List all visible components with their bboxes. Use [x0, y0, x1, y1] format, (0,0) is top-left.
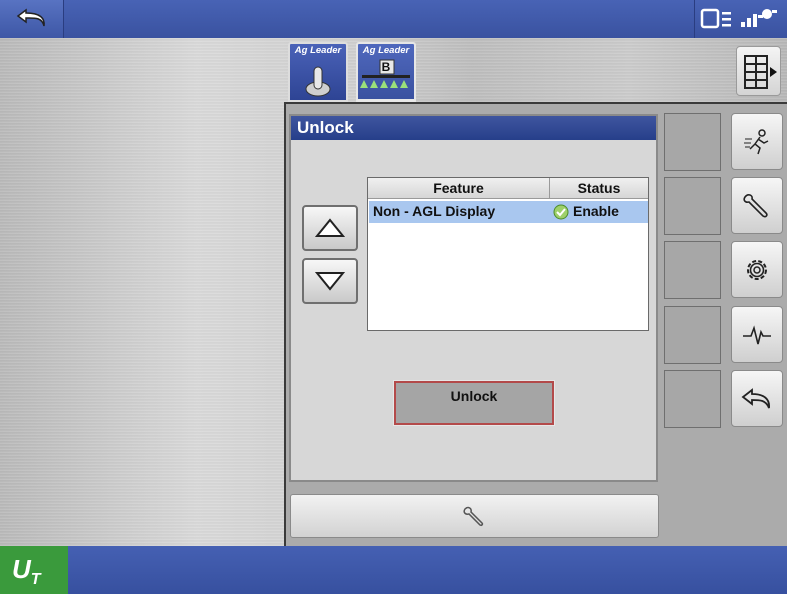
wrench-icon [463, 506, 484, 526]
empty-slot[interactable] [664, 177, 721, 235]
scroll-up-button[interactable] [302, 205, 358, 251]
back-side-button[interactable] [731, 370, 783, 427]
tools-button[interactable] [290, 494, 659, 538]
screen-select-button[interactable] [736, 46, 781, 96]
dialog-title: Unlock [291, 116, 656, 140]
settings-button[interactable] [731, 241, 783, 298]
back-arrow-icon [741, 387, 770, 408]
setup-button[interactable] [731, 177, 783, 234]
joystick-icon [305, 66, 331, 97]
up-arrow-icon [315, 218, 345, 237]
empty-slot[interactable] [664, 370, 721, 428]
feature-table[interactable]: Feature Status Non - AGL Display Enable [367, 177, 649, 331]
empty-slot[interactable] [664, 113, 721, 171]
ut-label-main: U [12, 554, 31, 584]
tab-sprayer[interactable]: Ag Leader B [356, 42, 416, 102]
grid-icon [744, 55, 777, 89]
tab-brand-label: Ag Leader [362, 45, 410, 56]
unlock-button[interactable]: Unlock [393, 380, 555, 426]
ut-label-sub: T [30, 571, 41, 588]
scroll-down-button[interactable] [302, 258, 358, 304]
gear-icon [747, 259, 767, 280]
gps-signal-icon [741, 9, 777, 27]
table-header: Feature Status [368, 178, 648, 199]
down-arrow-icon [315, 272, 345, 291]
undo-arrow-icon [16, 8, 45, 27]
top-bar [0, 0, 787, 38]
header-feature[interactable]: Feature [368, 178, 550, 199]
empty-slot[interactable] [664, 241, 721, 299]
run-icon [744, 128, 769, 154]
tab-joystick[interactable]: Ag Leader [288, 42, 348, 102]
status-text: Enable [573, 203, 619, 219]
run-button[interactable] [731, 113, 783, 170]
table-row[interactable]: Non - AGL Display Enable [369, 201, 648, 223]
empty-slot[interactable] [664, 306, 721, 364]
cell-feature: Non - AGL Display [373, 203, 496, 219]
tab-brand-label: Ag Leader [294, 45, 342, 56]
check-circle-icon [553, 204, 569, 220]
back-button[interactable] [0, 0, 64, 38]
diagnostics-button[interactable] [731, 306, 783, 363]
display-status-icon [700, 8, 731, 29]
wrench-icon [743, 193, 768, 217]
diagnostic-wave-icon [743, 324, 771, 344]
status-area[interactable] [694, 0, 784, 38]
cell-status: Enable [553, 201, 619, 223]
header-status[interactable]: Status [550, 178, 648, 199]
tab-badge: B [381, 60, 391, 74]
bottom-bar [0, 546, 787, 594]
universal-terminal-button[interactable]: UT [0, 546, 68, 594]
